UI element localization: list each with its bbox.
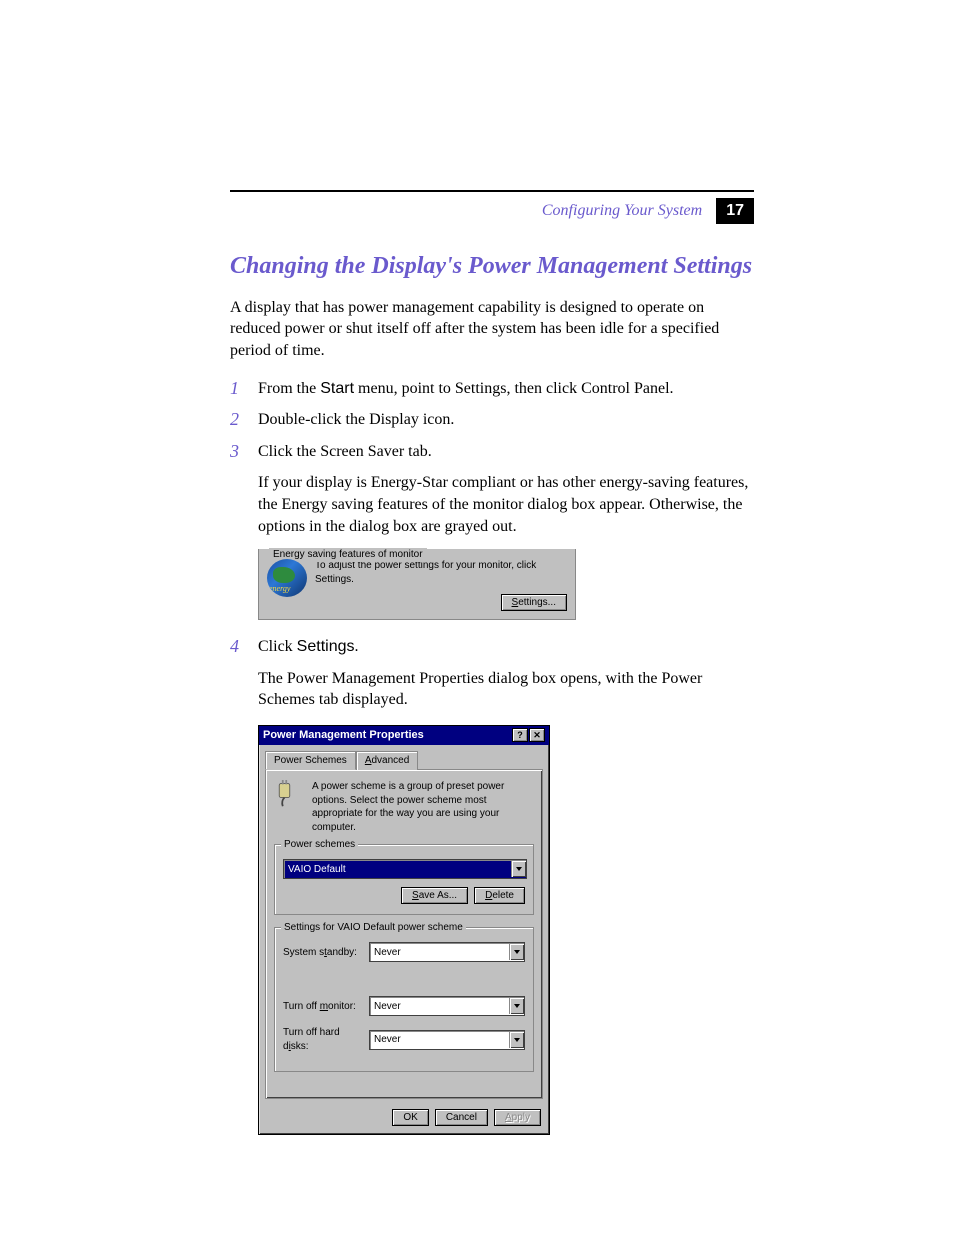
step-number: 3 (230, 441, 244, 620)
step-number: 4 (230, 636, 244, 1135)
apply-button[interactable]: Apply (494, 1109, 541, 1126)
step-3-extra: If your display is Energy-Star compliant… (258, 472, 754, 537)
tab-strip: Power Schemes Advanced (265, 751, 543, 771)
intro-text: A display that has power management capa… (230, 297, 754, 362)
close-icon[interactable]: ✕ (529, 728, 545, 742)
disks-label: Turn off hard disks: (283, 1026, 365, 1053)
disks-select[interactable]: Never (369, 1030, 525, 1050)
step-1-suffix: menu, point to Settings, then click Cont… (354, 380, 674, 397)
help-icon[interactable]: ? (512, 728, 528, 742)
dialog-title: Power Management Properties (263, 728, 424, 743)
step-number: 1 (230, 378, 244, 400)
scheme-select[interactable]: VAIO Default (283, 859, 527, 879)
save-as-button[interactable]: Save As... (401, 887, 468, 904)
chevron-down-icon[interactable] (509, 998, 524, 1014)
step-3-text: Click the Screen Saver tab. (258, 443, 432, 460)
chevron-down-icon[interactable] (511, 861, 526, 877)
standby-select[interactable]: Never (369, 942, 525, 962)
step-3: 3 Click the Screen Saver tab. If your di… (230, 441, 754, 620)
power-schemes-group: Power schemes VAIO Default Save As... De… (274, 844, 534, 915)
energy-saving-groupbox: Energy saving features of monitor To adj… (258, 549, 576, 620)
monitor-select[interactable]: Never (369, 996, 525, 1016)
step-4-prefix: Click (258, 638, 297, 655)
step-4-bold: Settings (297, 638, 355, 655)
disks-value: Never (370, 1033, 509, 1047)
section-name: Configuring Your System (542, 202, 702, 220)
tab-advanced[interactable]: Advanced (356, 751, 418, 771)
delete-button[interactable]: Delete (474, 887, 525, 904)
scheme-settings-group: Settings for VAIO Default power scheme S… (274, 927, 534, 1072)
standby-label: System standby: (283, 946, 365, 960)
pmp-description: A power scheme is a group of preset powe… (312, 780, 534, 834)
scheme-select-value: VAIO Default (284, 863, 511, 877)
standby-value: Never (370, 946, 509, 960)
dialog-titlebar: Power Management Properties ? ✕ (259, 726, 549, 745)
tab-panel: A power scheme is a group of preset powe… (265, 769, 543, 1099)
cancel-button[interactable]: Cancel (435, 1109, 488, 1126)
power-management-dialog: Power Management Properties ? ✕ Power Sc… (258, 725, 550, 1135)
step-4-extra: The Power Management Properties dialog b… (258, 668, 754, 711)
step-1-prefix: From the (258, 380, 320, 397)
step-1: 1 From the Start menu, point to Settings… (230, 378, 754, 400)
step-2-text: Double-click the Display icon. (258, 409, 754, 431)
power-plug-icon (274, 780, 302, 808)
settings-legend: Settings for VAIO Default power scheme (281, 921, 466, 935)
header-rule (230, 190, 754, 192)
page-title: Changing the Display's Power Management … (230, 252, 754, 281)
step-2: 2 Double-click the Display icon. (230, 409, 754, 431)
schemes-legend: Power schemes (281, 838, 358, 852)
esf-text: To adjust the power settings for your mo… (315, 559, 567, 586)
energy-star-icon (267, 559, 307, 597)
step-4: 4 Click Settings. The Power Management P… (230, 636, 754, 1135)
step-4-suffix: . (354, 638, 358, 655)
chevron-down-icon[interactable] (509, 944, 524, 960)
step-number: 2 (230, 409, 244, 431)
monitor-value: Never (370, 1000, 509, 1014)
steps-list: 1 From the Start menu, point to Settings… (230, 378, 754, 1136)
tab-power-schemes[interactable]: Power Schemes (265, 751, 356, 771)
chevron-down-icon[interactable] (509, 1032, 524, 1048)
page-number: 17 (716, 198, 754, 224)
ok-button[interactable]: OK (392, 1109, 428, 1126)
monitor-label: Turn off monitor: (283, 1000, 365, 1014)
step-1-bold: Start (320, 380, 354, 397)
esf-settings-button[interactable]: Settings... (501, 594, 567, 611)
page-header: Configuring Your System 17 (230, 198, 754, 224)
